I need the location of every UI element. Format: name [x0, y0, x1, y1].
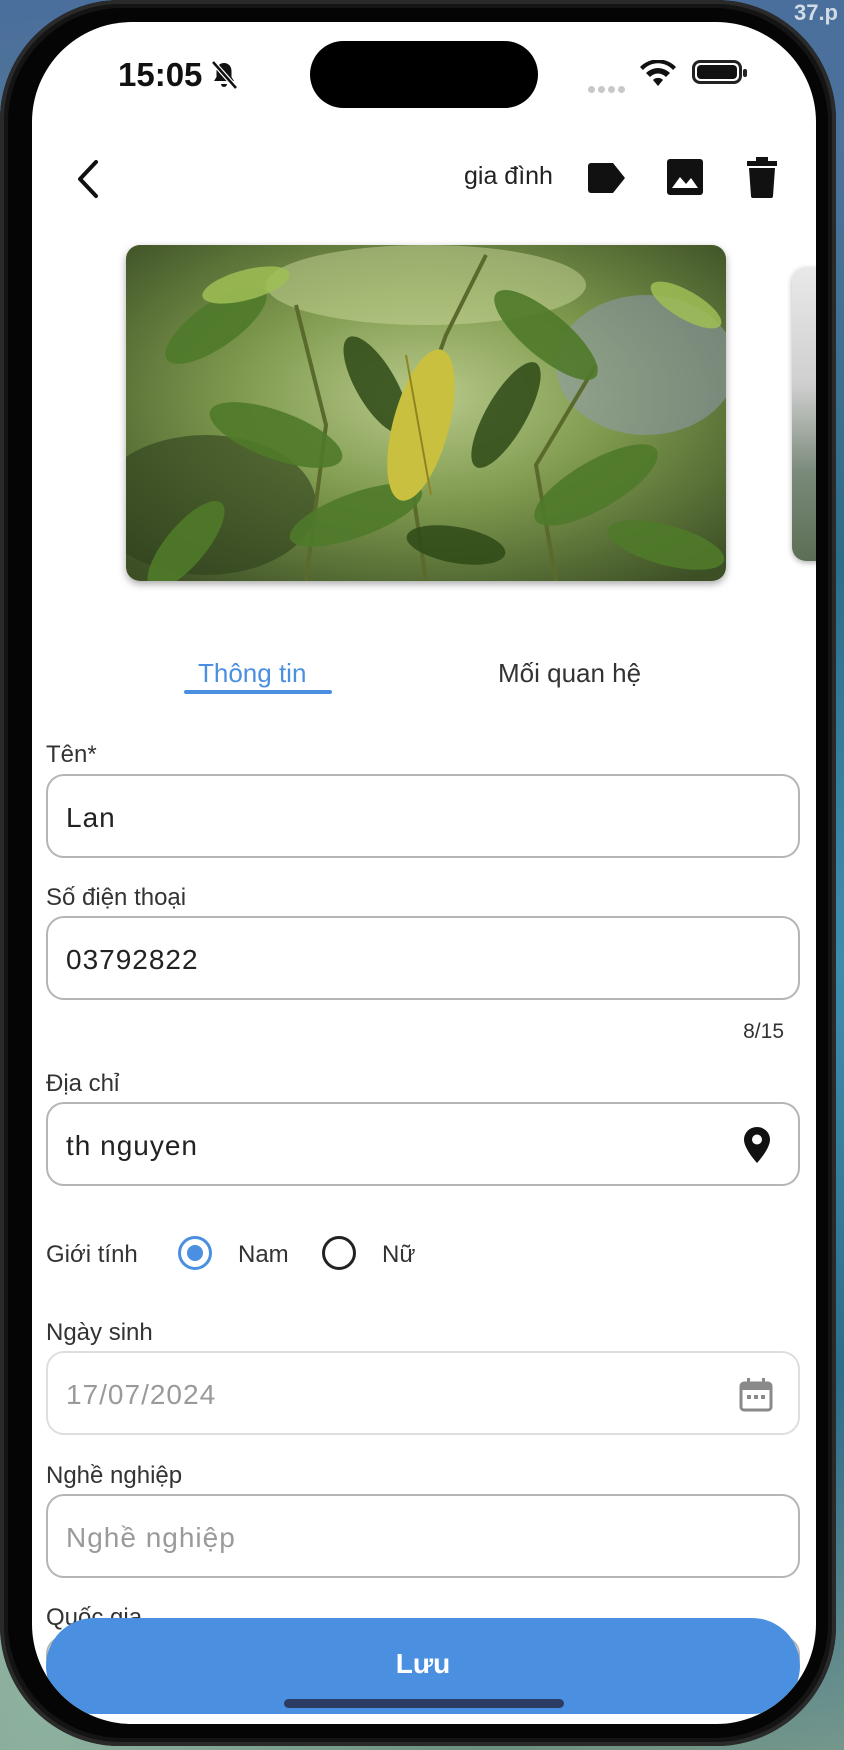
name-field[interactable]: Lan	[46, 774, 800, 858]
phone-bezel: 15:05 gia đình Thông tin Mối quan hệ Tên…	[8, 8, 828, 1738]
occupation-field[interactable]: Nghề nghiệp	[46, 1494, 800, 1578]
address-value: th nguyen	[66, 1130, 198, 1161]
desktop-corner-text: 37.p	[793, 0, 838, 25]
tab-active-indicator	[184, 690, 332, 694]
tab-relationships[interactable]: Mối quan hệ	[498, 658, 641, 689]
calendar-icon[interactable]	[738, 1377, 774, 1413]
address-label: Địa chỉ	[46, 1070, 120, 1097]
name-label: Tên*	[46, 741, 97, 768]
location-pin-icon[interactable]	[742, 1126, 772, 1164]
save-button-label: Lưu	[395, 1648, 451, 1679]
birthday-field[interactable]: 17/07/2024	[46, 1351, 800, 1435]
birthday-label: Ngày sinh	[46, 1319, 153, 1346]
name-value: Lan	[66, 802, 116, 833]
phone-frame: 15:05 gia đình Thông tin Mối quan hệ Tên…	[0, 0, 836, 1746]
profile-photo[interactable]	[126, 245, 726, 581]
tag-icon[interactable]	[586, 162, 626, 194]
back-button[interactable]	[68, 154, 108, 204]
occupation-placeholder: Nghề nghiệp	[66, 1522, 236, 1553]
next-photo-preview[interactable]	[792, 267, 816, 561]
trash-icon[interactable]	[746, 156, 778, 198]
tag-label[interactable]: gia đình	[464, 162, 553, 191]
photo-leaves-image	[126, 245, 726, 581]
wifi-icon	[640, 60, 676, 86]
gender-option-nu[interactable]: Nữ	[382, 1241, 415, 1269]
birthday-value: 17/07/2024	[66, 1379, 217, 1410]
occupation-label: Nghề nghiệp	[46, 1462, 183, 1489]
phone-value: 03792822	[66, 944, 199, 975]
battery-icon	[692, 60, 747, 84]
dynamic-island	[310, 41, 538, 108]
image-icon[interactable]	[666, 158, 704, 196]
home-indicator	[284, 1699, 564, 1708]
gender-option-nam[interactable]: Nam	[238, 1241, 289, 1269]
phone-label: Số điện thoại	[46, 884, 187, 911]
phone-char-counter: 8/15	[743, 1020, 784, 1043]
tab-info[interactable]: Thông tin	[198, 658, 306, 689]
app-screen: 15:05 gia đình Thông tin Mối quan hệ Tên…	[32, 22, 816, 1724]
gender-radio-nu[interactable]	[322, 1236, 356, 1270]
gender-label: Giới tính	[46, 1241, 138, 1268]
cellular-signal-icon	[588, 80, 628, 98]
address-field[interactable]: th nguyen	[46, 1102, 800, 1186]
status-time: 15:05	[118, 56, 203, 93]
bell-slash-icon	[211, 60, 238, 90]
gender-radio-nam[interactable]	[178, 1236, 212, 1270]
phone-field[interactable]: 03792822	[46, 916, 800, 1000]
